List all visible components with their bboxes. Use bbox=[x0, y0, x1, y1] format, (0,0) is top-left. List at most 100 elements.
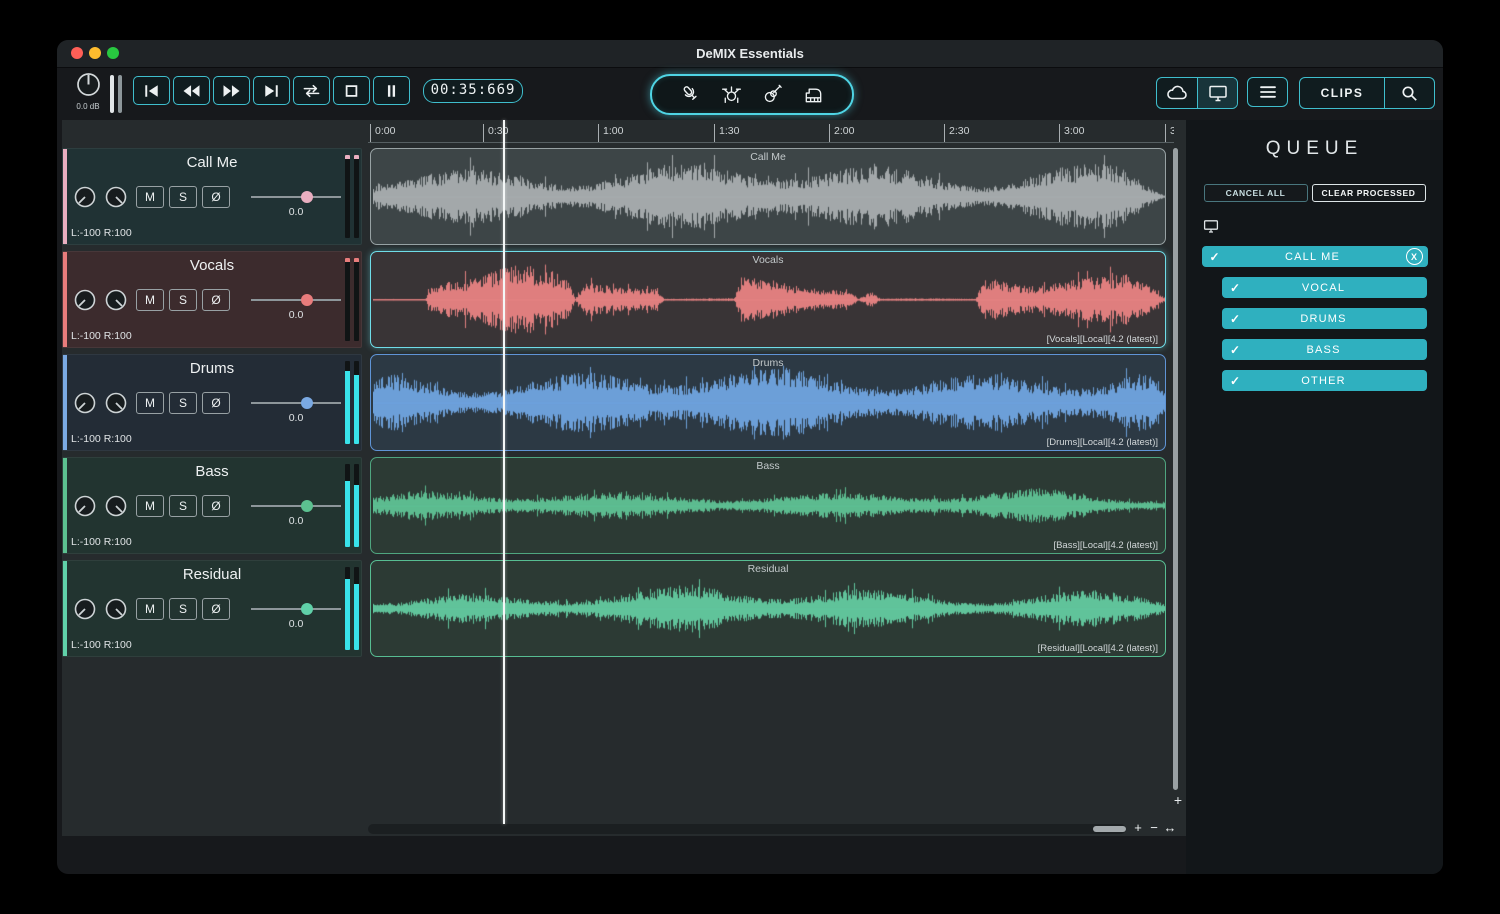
stem-vocals-button[interactable] bbox=[678, 82, 704, 108]
level-meter-right bbox=[354, 361, 359, 444]
local-process-button[interactable] bbox=[1197, 78, 1237, 108]
clip-lane-drums: Drums [Drums][Local][4.2 (latest)] bbox=[368, 354, 1168, 451]
fast-forward-button[interactable] bbox=[213, 76, 250, 105]
level-meter-right bbox=[354, 567, 359, 650]
skip-start-button[interactable] bbox=[133, 76, 170, 105]
cloud-process-button[interactable] bbox=[1157, 78, 1197, 108]
zoom-fit-button[interactable]: ↔ bbox=[1163, 820, 1177, 835]
queue-stem-vocal[interactable]: ✓ VOCAL bbox=[1222, 277, 1427, 298]
check-icon: ✓ bbox=[1230, 311, 1241, 326]
master-gain-control[interactable]: 0.0 dB bbox=[69, 71, 107, 111]
audio-clip-call-me[interactable]: Call Me bbox=[370, 148, 1166, 245]
solo-button[interactable]: S bbox=[169, 598, 197, 620]
pause-button[interactable] bbox=[373, 76, 410, 105]
timeline-ruler[interactable]: 0:000:301:001:302:002:303:003 bbox=[368, 120, 1174, 143]
audio-clip-residual[interactable]: Residual [Residual][Local][4.2 (latest)] bbox=[370, 560, 1166, 657]
zoom-window-button[interactable] bbox=[107, 47, 119, 59]
track-header-bass[interactable]: Bass M S Ø 0.0 L:-100 R:100 bbox=[62, 457, 362, 554]
stop-icon bbox=[345, 84, 358, 97]
audio-clip-bass[interactable]: Bass [Bass][Local][4.2 (latest)] bbox=[370, 457, 1166, 554]
arrangement-area: 0:000:301:001:302:002:303:003 Call MeMSØ… bbox=[62, 120, 1186, 836]
solo-button[interactable]: S bbox=[169, 186, 197, 208]
loop-button[interactable] bbox=[293, 76, 330, 105]
zoom-out-button[interactable]: − bbox=[1147, 820, 1161, 835]
queue-job-call-me[interactable]: ✓ CALL ME X bbox=[1201, 246, 1428, 267]
phase-button[interactable]: Ø bbox=[202, 495, 230, 517]
stem-bass-button[interactable] bbox=[760, 82, 786, 108]
pan-right-knob[interactable] bbox=[104, 185, 128, 209]
pan-right-knob[interactable] bbox=[104, 288, 128, 312]
gain-slider[interactable] bbox=[251, 500, 341, 512]
queue-stem-drums[interactable]: ✓ DRUMS bbox=[1222, 308, 1427, 329]
transport-controls bbox=[133, 76, 410, 105]
gain-value: 0.0 bbox=[288, 412, 304, 424]
mute-button[interactable]: M bbox=[136, 495, 164, 517]
pan-left-knob[interactable] bbox=[73, 494, 97, 518]
playhead[interactable] bbox=[503, 120, 505, 824]
horizontal-scrollbar-thumb[interactable] bbox=[1093, 826, 1126, 832]
stop-button[interactable] bbox=[333, 76, 370, 105]
phase-button[interactable]: Ø bbox=[202, 289, 230, 311]
ruler-tick: 2:30 bbox=[944, 124, 969, 142]
pan-left-knob[interactable] bbox=[73, 185, 97, 209]
menu-button[interactable] bbox=[1247, 77, 1288, 107]
track-header-call-me[interactable]: Call Me M S Ø 0.0 L:-100 R:100 bbox=[62, 148, 362, 245]
close-window-button[interactable] bbox=[71, 47, 83, 59]
slider-handle[interactable] bbox=[301, 603, 314, 615]
gain-slider[interactable] bbox=[251, 294, 341, 306]
solo-button[interactable]: S bbox=[169, 495, 197, 517]
horizontal-scrollbar[interactable] bbox=[368, 824, 1126, 834]
track-header-residual[interactable]: Residual M S Ø 0.0 L:-100 R:100 bbox=[62, 560, 362, 657]
pan-right-knob[interactable] bbox=[104, 391, 128, 415]
audio-clip-vocals[interactable]: Vocals [Vocals][Local][4.2 (latest)] bbox=[370, 251, 1166, 348]
queue-stem-label: DRUMS bbox=[1300, 312, 1347, 325]
track-name: Call Me bbox=[186, 154, 238, 171]
pan-right-knob[interactable] bbox=[104, 494, 128, 518]
mute-button[interactable]: M bbox=[136, 392, 164, 414]
gain-slider[interactable] bbox=[251, 397, 341, 409]
pan-right-knob[interactable] bbox=[104, 597, 128, 621]
check-icon: ✓ bbox=[1230, 373, 1241, 388]
gain-slider[interactable] bbox=[251, 603, 341, 615]
vertical-zoom-button[interactable]: + bbox=[1170, 792, 1186, 808]
pan-left-knob[interactable] bbox=[73, 391, 97, 415]
phase-button[interactable]: Ø bbox=[202, 598, 230, 620]
phase-button[interactable]: Ø bbox=[202, 186, 230, 208]
audio-clip-drums[interactable]: Drums [Drums][Local][4.2 (latest)] bbox=[370, 354, 1166, 451]
zoom-in-button[interactable]: + bbox=[1131, 820, 1145, 835]
cancel-all-button[interactable]: CANCEL ALL bbox=[1203, 184, 1308, 202]
mute-button[interactable]: M bbox=[136, 598, 164, 620]
track-header-vocals[interactable]: Vocals M S Ø 0.0 L:-100 R:100 bbox=[62, 251, 362, 348]
slider-handle[interactable] bbox=[301, 294, 314, 306]
stem-other-button[interactable] bbox=[801, 82, 827, 108]
minimize-window-button[interactable] bbox=[89, 47, 101, 59]
rewind-button[interactable] bbox=[173, 76, 210, 105]
search-icon bbox=[1402, 85, 1417, 101]
queue-stem-bass[interactable]: ✓ BASS bbox=[1222, 339, 1427, 360]
solo-button[interactable]: S bbox=[169, 289, 197, 311]
pan-left-knob[interactable] bbox=[73, 288, 97, 312]
solo-button[interactable]: S bbox=[169, 392, 197, 414]
clips-button[interactable]: CLIPS bbox=[1300, 78, 1384, 108]
slider-handle[interactable] bbox=[301, 397, 314, 409]
track-header-drums[interactable]: Drums M S Ø 0.0 L:-100 R:100 bbox=[62, 354, 362, 451]
skip-end-button[interactable] bbox=[253, 76, 290, 105]
mute-button[interactable]: M bbox=[136, 186, 164, 208]
vertical-scrollbar[interactable] bbox=[1172, 148, 1179, 790]
toolbar: 0.0 dB 00:35:669 CLIPS bbox=[57, 68, 1443, 121]
stem-drums-button[interactable] bbox=[719, 82, 745, 108]
clear-processed-button[interactable]: CLEAR PROCESSED bbox=[1311, 184, 1426, 202]
queue-stem-other[interactable]: ✓ OTHER bbox=[1222, 370, 1427, 391]
phase-button[interactable]: Ø bbox=[202, 392, 230, 414]
gain-slider[interactable] bbox=[251, 191, 341, 203]
vertical-scrollbar-thumb[interactable] bbox=[1173, 148, 1178, 790]
mute-button[interactable]: M bbox=[136, 289, 164, 311]
clip-lane-call-me: Call Me bbox=[368, 148, 1168, 245]
search-button[interactable] bbox=[1384, 78, 1434, 108]
remove-job-button[interactable]: X bbox=[1405, 248, 1423, 265]
level-meter-left bbox=[345, 155, 350, 238]
skip-end-icon bbox=[265, 84, 278, 97]
slider-handle[interactable] bbox=[301, 500, 314, 512]
slider-handle[interactable] bbox=[301, 191, 314, 203]
pan-left-knob[interactable] bbox=[73, 597, 97, 621]
